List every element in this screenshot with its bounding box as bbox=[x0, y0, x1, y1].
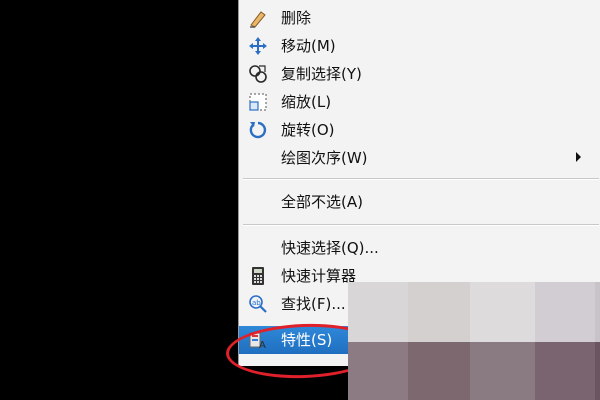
menu-item-copy-selection[interactable]: 复制选择(Y) bbox=[239, 60, 600, 88]
copy-icon bbox=[247, 63, 269, 85]
menu-separator bbox=[243, 178, 599, 180]
menu-item-label: 快速计算器 bbox=[281, 267, 357, 285]
menu-item-label: 查找(F)... bbox=[281, 295, 346, 313]
scale-icon bbox=[247, 91, 269, 113]
menu-item-label: 绘图次序(W) bbox=[281, 149, 368, 167]
find-icon: ab bbox=[247, 293, 269, 315]
mosaic-tile bbox=[535, 342, 595, 400]
mosaic-tile bbox=[535, 282, 595, 342]
menu-item-quick-select[interactable]: 快速选择(Q)... bbox=[239, 234, 600, 262]
menu-item-label: 移动(M) bbox=[281, 37, 336, 55]
svg-text:ab: ab bbox=[252, 299, 261, 307]
submenu-arrow-icon bbox=[576, 152, 581, 162]
menu-item-rotate[interactable]: 旋转(O) bbox=[239, 116, 600, 144]
menu-item-move[interactable]: 移动(M) bbox=[239, 32, 600, 60]
move-icon bbox=[247, 35, 269, 57]
mosaic-censor bbox=[348, 282, 600, 400]
mosaic-tile bbox=[595, 282, 600, 342]
menu-item-label: 复制选择(Y) bbox=[281, 65, 362, 83]
menu-item-label: 全部不选(A) bbox=[281, 193, 363, 211]
calculator-icon bbox=[247, 265, 269, 287]
mosaic-tile bbox=[408, 342, 470, 400]
menu-item-label: 旋转(O) bbox=[281, 121, 335, 139]
mosaic-tile bbox=[348, 282, 408, 342]
menu-item-label: 快速选择(Q)... bbox=[281, 239, 379, 257]
mosaic-tile bbox=[408, 282, 470, 342]
mosaic-tile bbox=[348, 342, 408, 400]
menu-item-scale[interactable]: 缩放(L) bbox=[239, 88, 600, 116]
mosaic-tile bbox=[470, 282, 535, 342]
menu-item-label: 删除 bbox=[281, 9, 312, 27]
menu-item-draw-order[interactable]: 绘图次序(W) bbox=[239, 144, 600, 172]
menu-item-erase[interactable]: 删除 bbox=[239, 4, 600, 32]
erase-icon bbox=[247, 7, 269, 29]
rotate-icon bbox=[247, 119, 269, 141]
mosaic-tile bbox=[470, 342, 535, 400]
mosaic-tile bbox=[595, 342, 600, 400]
menu-item-label: 缩放(L) bbox=[281, 93, 332, 111]
menu-item-deselect-all[interactable]: 全部不选(A) bbox=[239, 188, 600, 216]
menu-separator bbox=[243, 224, 599, 226]
